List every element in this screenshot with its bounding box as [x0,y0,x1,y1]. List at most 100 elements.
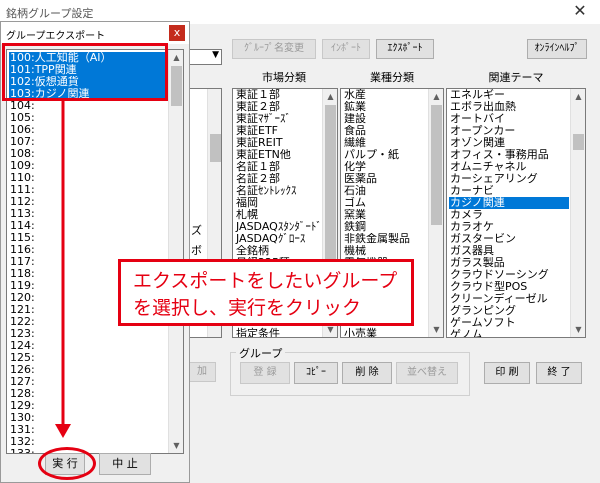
group-list-item[interactable]: 109: [9,160,167,172]
finish-button[interactable]: 終 了 [536,362,582,384]
add-button-fragment[interactable]: 加 [188,362,216,382]
industry-list-item[interactable]: ゴム [343,197,427,209]
scroll-up-icon[interactable]: ▲ [169,50,183,65]
rename-group-button[interactable]: ｸﾞﾙｰﾌﾟ名変更 [232,39,316,59]
industry-list-item[interactable]: 機械 [343,245,427,257]
theme-list-item[interactable]: エネルギー [449,89,569,101]
group-list-item[interactable]: 116: [9,244,167,256]
group-list-item[interactable]: 104: [9,100,167,112]
market-list-item[interactable]: 東証ETN他 [235,149,321,161]
theme-list-item[interactable]: グランピング [449,305,569,317]
theme-list-item[interactable]: オープンカー [449,125,569,137]
market-bottom-item[interactable]: 指定条件 [235,325,280,337]
theme-list[interactable]: エネルギー エボラ出血熱 オートバイ オープンカー オゾン関連 オフィス・事務用品 オムニチ… [446,88,586,338]
reorder-button[interactable]: 並べ替え [396,362,458,384]
industry-list-item[interactable]: 石油 [343,185,427,197]
industry-list-item[interactable]: 化学 [343,161,427,173]
group-list-item[interactable]: 124: [9,340,167,352]
close-icon[interactable]: x [169,25,185,41]
group-list-item[interactable]: 112: [9,196,167,208]
group-list-item[interactable]: 129: [9,400,167,412]
group-list-item[interactable]: 107: [9,136,167,148]
theme-list-item[interactable]: カラオケ [449,221,569,233]
industry-list-item[interactable]: 医薬品 [343,173,427,185]
theme-list-item[interactable]: エボラ出血熱 [449,101,569,113]
group-list-item[interactable]: 113: [9,208,167,220]
print-button[interactable]: 印 刷 [484,362,530,384]
industry-list-item[interactable]: 鉱業 [343,101,427,113]
cancel-button[interactable]: 中 止 [99,453,151,475]
industry-bottom-item-2[interactable]: 小売業 [343,325,377,337]
scroll-up-icon[interactable]: ▲ [323,89,337,104]
group-list-item[interactable]: 126: [9,364,167,376]
theme-list-item[interactable]: オフィス・事務用品 [449,149,569,161]
theme-scrollbar[interactable]: ▲ ▼ [570,89,585,337]
copy-button[interactable]: ｺﾋﾟｰ [294,362,338,384]
group-list-item[interactable]: 106: [9,124,167,136]
group-list-item[interactable]: 108: [9,148,167,160]
group-list-item[interactable]: 123: [9,328,167,340]
market-list-item[interactable]: 東証ﾏｻﾞｰｽﾞ [235,113,321,125]
group-list[interactable]: 100:人工知能（AI） 101:TPP関連 102:仮想通貨 103:カジノ関連 10… [6,49,184,454]
theme-list-item[interactable]: カーシェアリング [449,173,569,185]
scroll-up-icon[interactable]: ▲ [571,89,585,104]
group-list-item[interactable]: 111: [9,184,167,196]
industry-list-item[interactable]: 繊維 [343,137,427,149]
theme-list-item[interactable]: ガスタービン [449,233,569,245]
theme-list-item[interactable]: カジノ関連 [449,197,569,209]
market-list-item[interactable]: 全銘柄 [235,245,321,257]
market-list-item[interactable]: 東証REIT [235,137,321,149]
theme-list-item[interactable]: オゾン関連 [449,137,569,149]
market-list-item[interactable]: 東証１部 [235,89,321,101]
theme-list-item[interactable]: カメラ [449,209,569,221]
theme-list-item[interactable]: ガラス製品 [449,257,569,269]
market-list-item[interactable]: 札幌 [235,209,321,221]
group-select[interactable]: ▼ [188,49,222,65]
theme-list-item[interactable]: ゲームソフト [449,317,569,329]
group-list-item[interactable]: 131: [9,424,167,436]
group-list-item[interactable]: 132: [9,436,167,448]
delete-button[interactable]: 削 除 [342,362,392,384]
market-list-item[interactable]: 名証ｾﾝﾄﾚｯｸｽ [235,185,321,197]
theme-list-item[interactable]: クリーンディーゼル [449,293,569,305]
industry-list-item[interactable]: 鉄鋼 [343,221,427,233]
market-list-item[interactable]: 福岡 [235,197,321,209]
scroll-down-icon[interactable]: ▼ [429,322,443,337]
group-list-item[interactable]: 127: [9,376,167,388]
industry-list-item[interactable]: 水産 [343,89,427,101]
group-list-item[interactable]: 105: [9,112,167,124]
import-button[interactable]: ｲﾝﾎﾟｰﾄ [322,39,370,59]
group-list-item[interactable]: 130: [9,412,167,424]
main-close-icon[interactable]: ✕ [560,0,600,24]
industry-list-item[interactable]: 窯業 [343,209,427,221]
group-list-item[interactable]: 110: [9,172,167,184]
industry-list-item[interactable]: 建設 [343,113,427,125]
theme-list-item[interactable]: クラウドソーシング [449,269,569,281]
group-list-item[interactable]: 128: [9,388,167,400]
market-list-item[interactable]: JASDAQｽﾀﾝﾀﾞｰﾄﾞ [235,221,321,233]
theme-list-item[interactable]: オムニチャネル [449,161,569,173]
theme-list-item[interactable]: オートバイ [449,113,569,125]
online-help-button[interactable]: ｵﾝﾗｲﾝﾍﾙﾌﾟ [527,39,587,59]
market-list-item[interactable]: JASDAQｸﾞﾛｰｽ [235,233,321,245]
market-list-item[interactable]: 名証２部 [235,173,321,185]
group-list-item[interactable]: 115: [9,232,167,244]
export-button[interactable]: ｴｸｽﾎﾟｰﾄ [376,39,434,59]
market-list-item[interactable]: 東証ETF [235,125,321,137]
market-list-item[interactable]: 東証２部 [235,101,321,113]
theme-list-item[interactable]: ゲノム [449,329,569,337]
register-button[interactable]: 登 録 [240,362,290,384]
scroll-up-icon[interactable]: ▲ [429,89,443,104]
market-list-item[interactable]: 名証１部 [235,161,321,173]
industry-list-item[interactable]: 非鉄金属製品 [343,233,427,245]
theme-list-item[interactable]: カーナビ [449,185,569,197]
group-list-item[interactable]: 125: [9,352,167,364]
scroll-down-icon[interactable]: ▼ [169,438,183,453]
group-list-scrollbar[interactable]: ▲ ▼ [168,50,183,453]
group-list-item[interactable]: 114: [9,220,167,232]
industry-list-item[interactable]: パルプ・紙 [343,149,427,161]
theme-list-item[interactable]: クラウド型POS [449,281,569,293]
theme-list-item[interactable]: ガス器具 [449,245,569,257]
scroll-down-icon[interactable]: ▼ [571,322,585,337]
industry-scrollbar[interactable]: ▲ ▼ [428,89,443,337]
